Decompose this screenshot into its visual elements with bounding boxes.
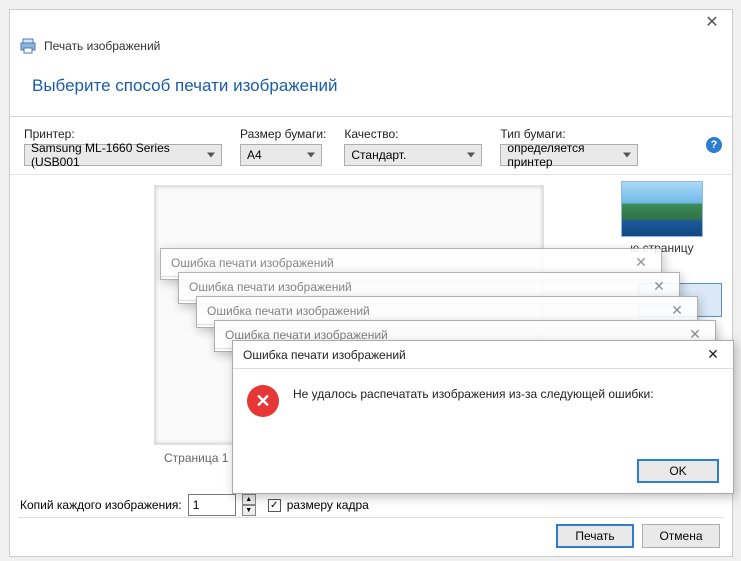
error-icon: ✕	[247, 385, 279, 417]
titlebar: ✕	[10, 10, 732, 38]
close-icon[interactable]: ✕	[647, 278, 671, 295]
fit-label: размеру кадра	[287, 498, 369, 512]
paper-size-label: Размер бумаги:	[240, 127, 326, 141]
spinner-up-icon[interactable]: ▲	[242, 494, 256, 505]
paper-size-combo[interactable]: A4	[240, 144, 322, 166]
dialog-buttons: Печать Отмена	[556, 524, 720, 548]
error-title: Ошибка печати изображений	[207, 304, 370, 318]
paper-size-value: A4	[247, 148, 262, 162]
paper-type-label: Тип бумаги:	[500, 127, 638, 141]
instruction-text: Выберите способ печати изображений	[10, 62, 732, 117]
error-dialog-title: Ошибка печати изображений	[243, 348, 406, 362]
paper-type-value: определяется принтер	[507, 141, 619, 169]
thumbnail-image	[621, 181, 703, 237]
copies-input[interactable]	[188, 494, 236, 516]
copies-spinner[interactable]: ▲ ▼	[242, 494, 256, 516]
copies-label: Копий каждого изображения:	[20, 498, 182, 512]
print-button[interactable]: Печать	[556, 524, 634, 548]
error-title: Ошибка печати изображений	[171, 256, 334, 270]
printer-icon	[20, 38, 36, 54]
printer-label: Принтер:	[24, 127, 222, 141]
printer-combo[interactable]: Samsung ML-1660 Series (USB001	[24, 144, 222, 166]
error-message: Не удалось распечатать изображения из-за…	[293, 385, 654, 401]
print-options-row: Принтер: Samsung ML-1660 Series (USB001 …	[10, 117, 732, 175]
page-indicator: Страница 1	[154, 447, 238, 469]
help-icon[interactable]: ?	[706, 137, 722, 153]
paper-type-combo[interactable]: определяется принтер	[500, 144, 638, 166]
cancel-button[interactable]: Отмена	[642, 524, 720, 548]
quality-value: Стандарт.	[351, 148, 406, 162]
printer-value: Samsung ML-1660 Series (USB001	[31, 141, 203, 169]
spinner-down-icon[interactable]: ▼	[242, 505, 256, 516]
error-ok-button[interactable]: OK	[637, 459, 719, 483]
window-close-button[interactable]: ✕	[692, 10, 732, 34]
close-icon[interactable]: ✕	[665, 302, 689, 319]
error-close-button[interactable]: ✕	[701, 346, 725, 363]
error-body: ✕ Не удалось распечатать изображения из-…	[233, 369, 733, 433]
quality-combo[interactable]: Стандарт.	[344, 144, 482, 166]
header-row: Печать изображений	[10, 38, 732, 62]
layout-thumbnail[interactable]: ю страницу	[602, 181, 722, 255]
error-title: Ошибка печати изображений	[189, 280, 352, 294]
bottom-controls: Копий каждого изображения: ▲ ▼ ✓ размеру…	[20, 494, 722, 516]
fit-checkbox[interactable]: ✓	[268, 499, 281, 512]
error-dialog: Ошибка печати изображений ✕ ✕ Не удалось…	[232, 340, 734, 494]
separator	[18, 517, 724, 518]
close-icon[interactable]: ✕	[629, 254, 653, 271]
quality-label: Качество:	[344, 127, 482, 141]
window-title: Печать изображений	[44, 39, 160, 53]
